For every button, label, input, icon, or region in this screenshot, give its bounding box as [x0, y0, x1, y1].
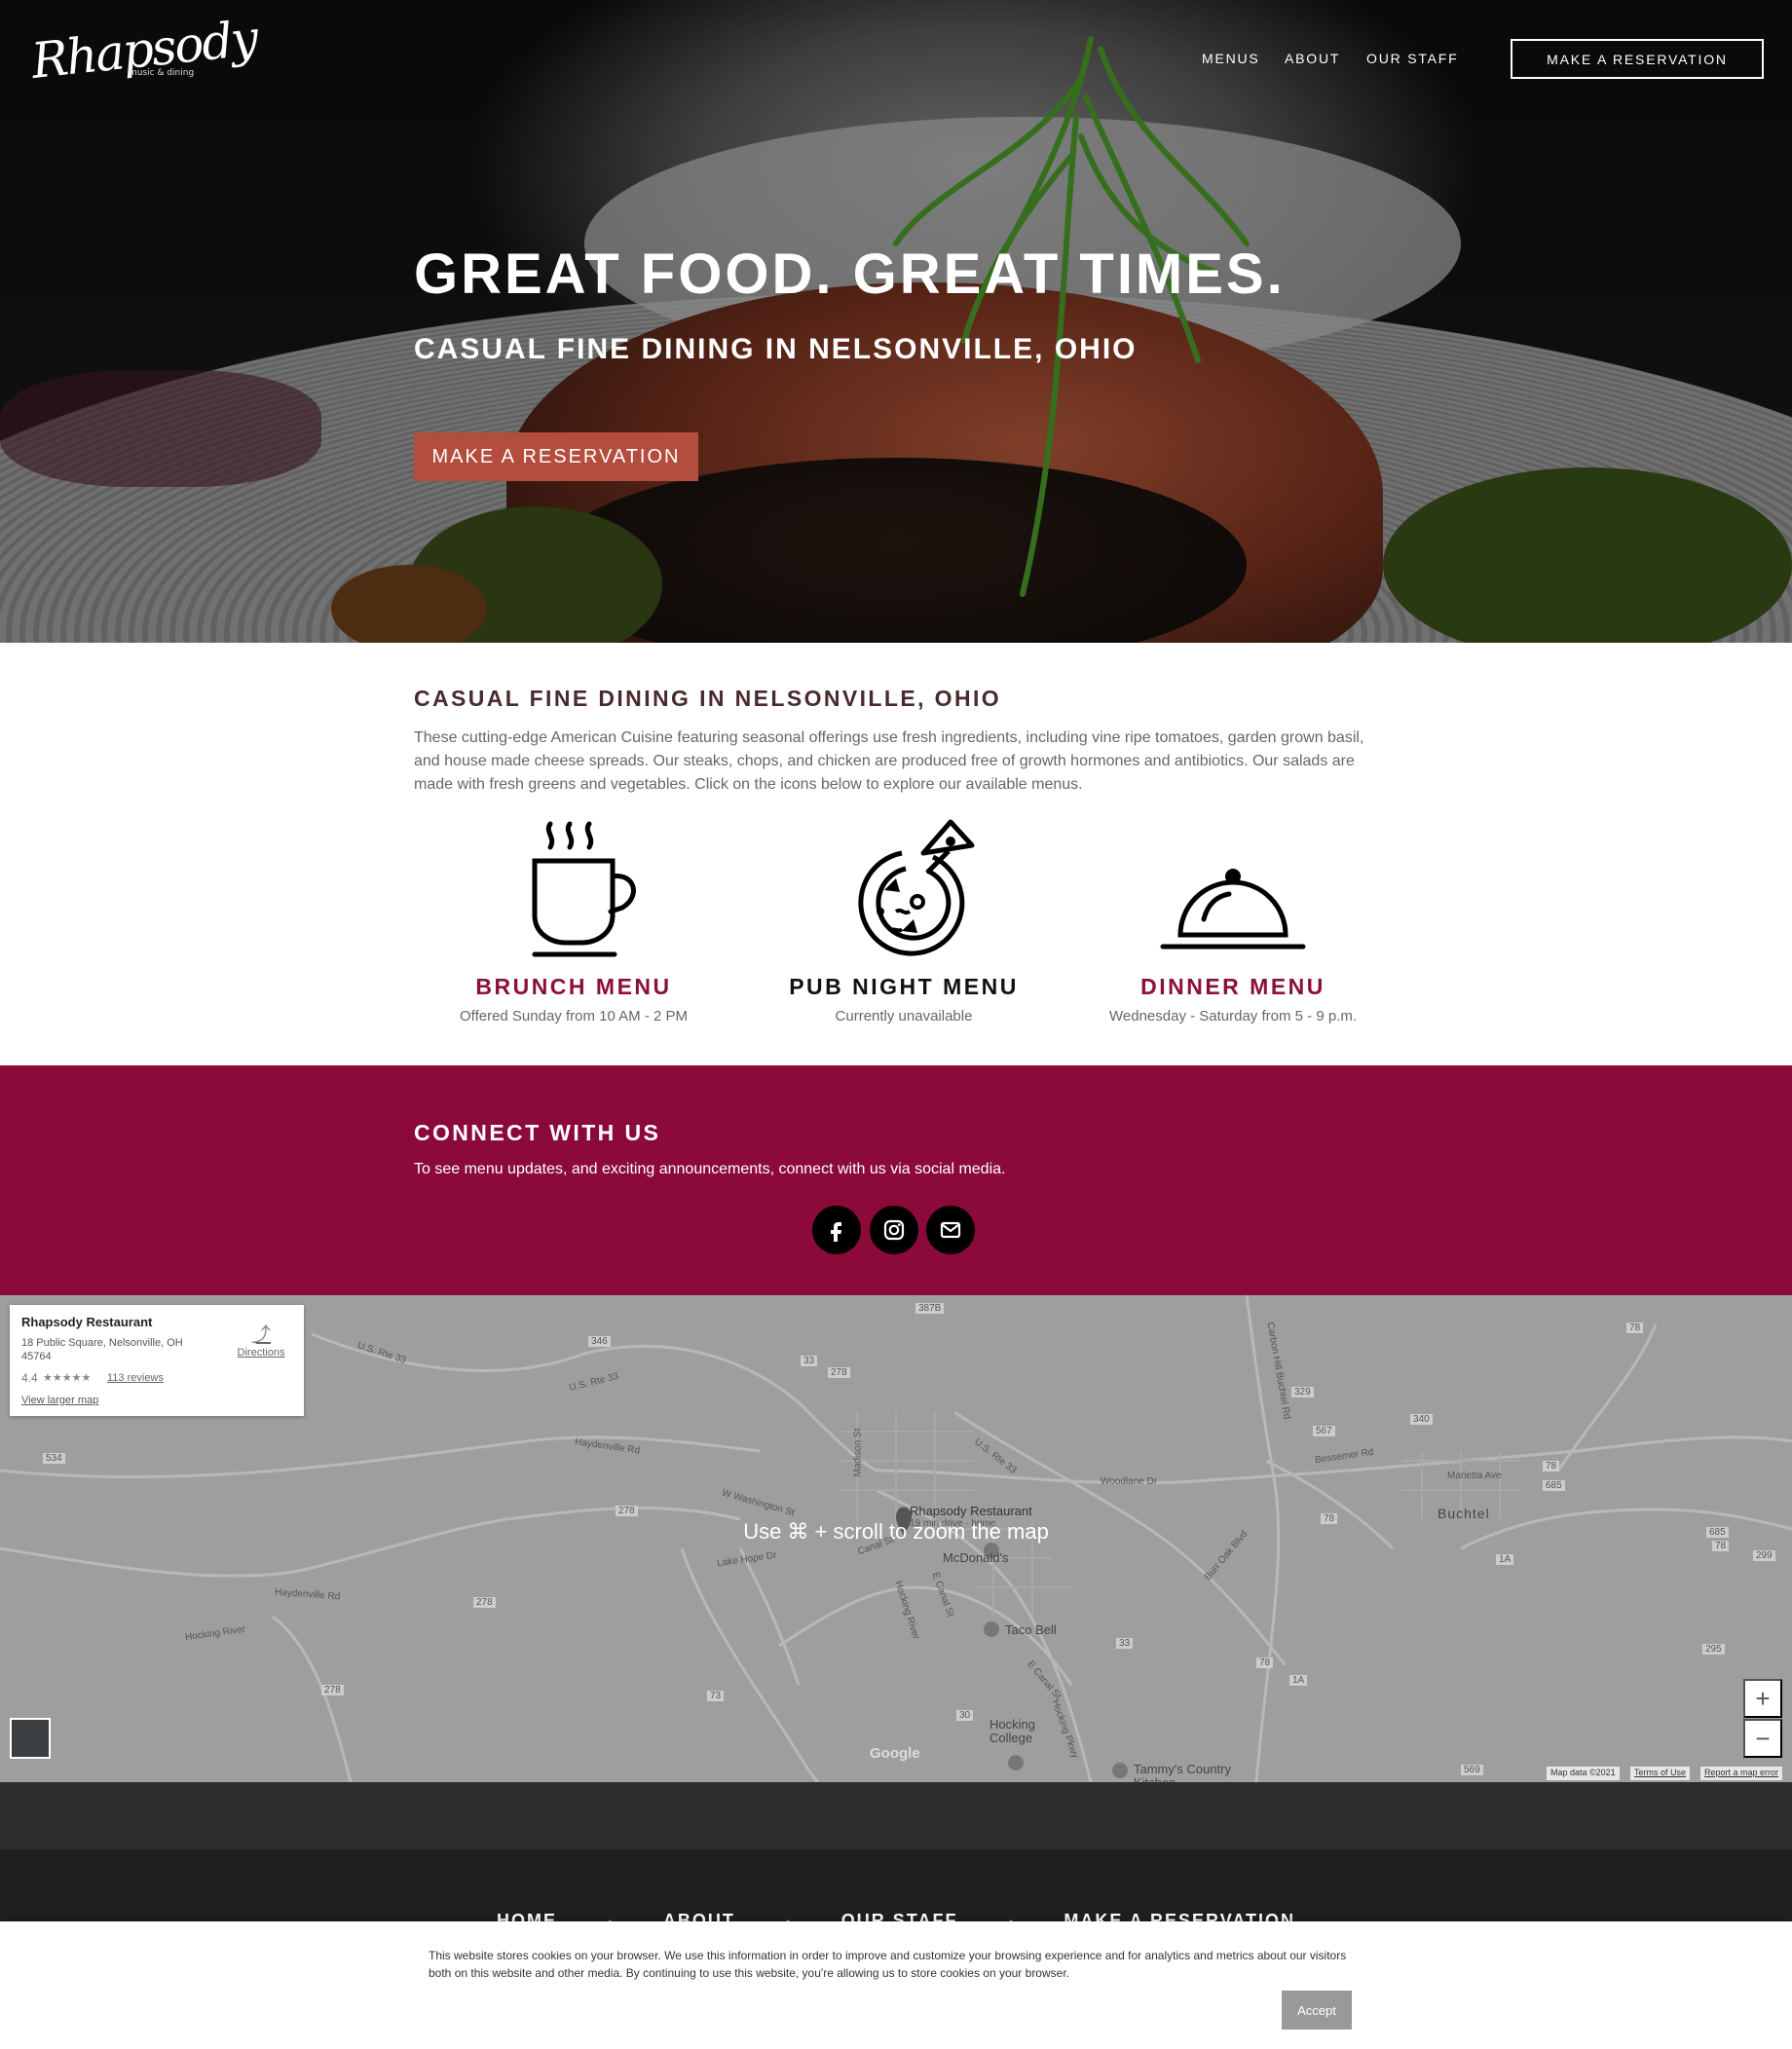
email-icon [940, 1221, 961, 1239]
connect-title: CONNECT WITH US [414, 1120, 661, 1145]
facebook-icon [831, 1222, 841, 1242]
route-shield: 33 [801, 1356, 818, 1366]
hero-title: GREAT FOOD. GREAT TIMES. [414, 242, 1286, 306]
satellite-toggle-button[interactable] [10, 1718, 51, 1759]
dinner-menu-card[interactable]: DINNER MENU Wednesday - Saturday from 5 … [1072, 818, 1394, 1024]
nav-menus: MENUS [1202, 51, 1260, 66]
hero-reservation-button[interactable]: MAKE A RESERVATION [414, 432, 698, 481]
map-rating-stars: ★★★★★ [43, 1372, 92, 1384]
route-shield: 30 [956, 1710, 974, 1721]
dinner-menu-label[interactable]: DINNER MENU [1072, 974, 1394, 1000]
route-shield: 278 [616, 1506, 638, 1516]
route-shield: 78 [1321, 1513, 1338, 1524]
route-shield: 567 [1313, 1426, 1335, 1436]
nav-about: ABOUT [1285, 51, 1340, 66]
dinner-menu-hours: Wednesday - Saturday from 5 - 9 p.m. [1109, 1008, 1357, 1024]
route-shield: 278 [473, 1597, 496, 1608]
route-shield: 340 [1410, 1414, 1433, 1425]
nav-staff: OUR STAFF [1366, 51, 1459, 66]
map-place-address: 18 Public Square, Nelsonville, OH 45764 [21, 1337, 183, 1362]
google-map[interactable]: Rhapsody Restaurant 18 Public Square, Ne… [0, 1295, 1792, 1782]
map-zoom-out-button[interactable]: − [1743, 1719, 1782, 1758]
route-shield: 299 [1753, 1550, 1775, 1561]
pub-night-menu-card[interactable]: PUB NIGHT MENU Currently unavailable [743, 818, 1064, 1024]
route-shield: 329 [1291, 1387, 1314, 1397]
cookie-accept-button[interactable]: Accept [1282, 1991, 1352, 2030]
road-label: Woodlane Dr [1101, 1476, 1158, 1487]
road-label: Marietta Ave [1447, 1471, 1502, 1481]
directions-button[interactable]: ⤴ Directions [232, 1319, 290, 1359]
map-reviews-link[interactable]: 113 reviews [107, 1372, 164, 1384]
brunch-menu-card[interactable]: BRUNCH MENU Offered Sunday from 10 AM - … [413, 818, 734, 1024]
hero-section [0, 0, 1792, 643]
map-place-mcdonalds[interactable]: McDonald's [943, 1550, 1009, 1565]
logo-tagline: music & dining [129, 68, 195, 78]
road-label: Madison St [852, 1428, 864, 1477]
map-terms-link[interactable]: Terms of Use [1630, 1767, 1691, 1780]
coffee-cup-icon[interactable] [496, 818, 652, 964]
cookie-banner: This website stores cookies on your brow… [0, 1921, 1792, 2049]
route-shield: 685 [1543, 1480, 1565, 1491]
instagram-link[interactable] [870, 1206, 918, 1254]
directions-icon: ⤴ [251, 1324, 271, 1346]
email-link[interactable] [926, 1206, 975, 1254]
route-shield: 1A [1289, 1675, 1308, 1686]
connect-text: To see menu updates, and exciting announ… [414, 1161, 1006, 1177]
map-zoom-hint: Use ⌘ + scroll to zoom the map [743, 1519, 1049, 1544]
map-place-hocking-college[interactable]: Hocking College [989, 1718, 1058, 1745]
header-reservation-button[interactable]: MAKE A RESERVATION [1511, 39, 1764, 79]
nav-link-about[interactable]: ABOUT [1285, 51, 1340, 66]
footer-top-band [0, 1782, 1792, 1849]
route-shield: 685 [1706, 1527, 1729, 1538]
route-shield: 73 [707, 1691, 725, 1701]
map-data-attribution: Map data ©2021 [1547, 1767, 1620, 1780]
route-shield: 295 [1702, 1644, 1725, 1655]
route-shield: 78 [1543, 1461, 1560, 1472]
pub-night-menu-label[interactable]: PUB NIGHT MENU [743, 974, 1064, 1000]
pizza-icon[interactable] [826, 818, 982, 964]
brunch-menu-hours: Offered Sunday from 10 AM - 2 PM [460, 1008, 688, 1024]
map-rating-value: 4.4 [21, 1371, 38, 1385]
google-logo: Google [870, 1745, 920, 1762]
pub-night-menu-status: Currently unavailable [835, 1008, 973, 1024]
rhapsody-logo[interactable]: Rhapsody music & dining [29, 10, 259, 101]
route-shield: 1A [1496, 1554, 1514, 1565]
route-shield: 387B [915, 1303, 945, 1314]
nav-link-menus[interactable]: MENUS [1202, 51, 1260, 66]
view-larger-map-link[interactable]: View larger map [21, 1395, 98, 1406]
connect-section: CONNECT WITH US To see menu updates, and… [0, 1065, 1792, 1295]
intro-title: CASUAL FINE DINING IN NELSONVILLE, OHIO [414, 686, 1002, 711]
route-shield: 78 [1256, 1658, 1274, 1668]
report-map-error-link[interactable]: Report a map error [1700, 1767, 1783, 1780]
route-shield: 33 [1116, 1638, 1134, 1649]
map-pin-label[interactable]: Rhapsody Restaurant [910, 1504, 1032, 1518]
map-place-tammys[interactable]: Tammy's Country Kitchen [1134, 1763, 1241, 1783]
route-shield: 569 [1461, 1765, 1483, 1775]
route-shield: 278 [321, 1685, 344, 1695]
facebook-link[interactable] [812, 1206, 861, 1254]
hero-overlay [0, 0, 1792, 643]
route-shield: 278 [828, 1367, 850, 1378]
hero-subtitle: CASUAL FINE DINING IN NELSONVILLE, OHIO [414, 333, 1138, 365]
map-zoom-in-button[interactable]: + [1743, 1679, 1782, 1718]
directions-label: Directions [237, 1347, 285, 1359]
cloche-icon[interactable] [1155, 818, 1311, 964]
brunch-menu-label[interactable]: BRUNCH MENU [413, 974, 734, 1000]
nav-link-our-staff[interactable]: OUR STAFF [1366, 51, 1459, 66]
route-shield: 78 [1712, 1541, 1730, 1551]
route-shield: 346 [588, 1336, 611, 1347]
map-place-buchtel: Buchtel [1437, 1506, 1490, 1521]
cookie-text: This website stores cookies on your brow… [429, 1949, 1347, 1980]
map-place-taco-bell[interactable]: Taco Bell [1005, 1622, 1057, 1637]
route-shield: 534 [43, 1453, 65, 1464]
map-place-card: Rhapsody Restaurant 18 Public Square, Ne… [10, 1305, 304, 1416]
map-place-name: Rhapsody Restaurant [21, 1315, 153, 1329]
intro-text: These cutting-edge American Cuisine feat… [414, 729, 1364, 793]
instagram-icon [883, 1219, 905, 1241]
route-shield: 78 [1626, 1323, 1644, 1333]
